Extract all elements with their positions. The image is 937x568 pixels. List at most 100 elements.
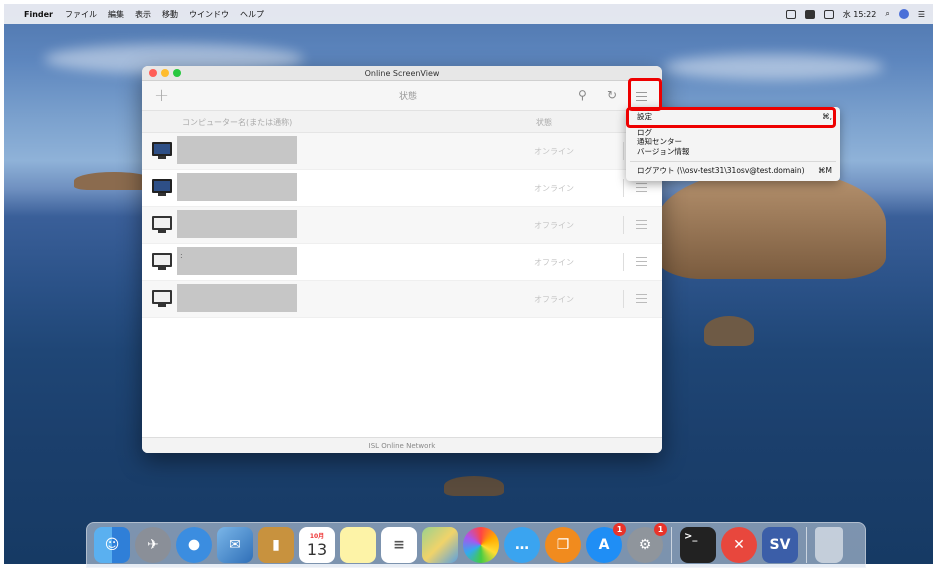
search-icon[interactable]: ⚲ bbox=[578, 88, 587, 102]
calendar-icon[interactable]: 10月 13 bbox=[299, 527, 335, 563]
menu-view[interactable]: 表示 bbox=[135, 9, 151, 20]
dock: ☺ ✈ ✉ ▮ 10月 13 ≡ … ❐ A 1 ⚙ 1 >_ ✕ SV bbox=[86, 522, 866, 568]
reminders-icon[interactable]: ≡ bbox=[381, 527, 417, 563]
app-store-icon[interactable]: A 1 bbox=[586, 523, 626, 563]
dock-separator bbox=[806, 527, 807, 563]
computer-list: オンライン オンライン オフライン : オフライン オフライン bbox=[142, 133, 662, 318]
close-window-button[interactable] bbox=[149, 69, 157, 77]
menu-item-logout-label: ログアウト (\\osv-test31\31osv@test.domain) bbox=[637, 166, 805, 175]
remote-desktop-icon[interactable]: ✕ bbox=[721, 527, 757, 563]
messages-icon[interactable]: … bbox=[504, 527, 540, 563]
online-screenview-icon[interactable]: SV bbox=[762, 527, 798, 563]
add-computer-button[interactable]: + bbox=[154, 85, 169, 106]
clock[interactable]: 水 15:22 bbox=[843, 9, 877, 20]
title-bar: Online ScreenView bbox=[142, 66, 662, 81]
menu-item-notification-center[interactable]: 通知センター bbox=[637, 137, 832, 147]
logout-shortcut: ⌘M bbox=[818, 166, 832, 175]
computer-row[interactable]: オンライン bbox=[142, 133, 662, 170]
computer-status: オフライン bbox=[534, 295, 574, 304]
computer-name bbox=[177, 173, 297, 201]
computer-name bbox=[177, 284, 297, 312]
computer-row[interactable]: オフライン bbox=[142, 281, 662, 318]
calendar-month: 10月 bbox=[309, 533, 325, 540]
dock-separator bbox=[671, 527, 672, 563]
rock bbox=[444, 476, 504, 496]
safari-icon[interactable] bbox=[176, 527, 212, 563]
divider bbox=[623, 253, 624, 271]
terminal-icon[interactable]: >_ bbox=[680, 527, 716, 563]
system-preferences-icon[interactable]: ⚙ 1 bbox=[627, 523, 667, 563]
mail-icon[interactable]: ✉ bbox=[217, 527, 253, 563]
row-menu-icon[interactable] bbox=[636, 257, 647, 266]
notification-badge: 1 bbox=[654, 523, 667, 536]
menu-go[interactable]: 移動 bbox=[162, 9, 178, 20]
divider bbox=[623, 142, 624, 160]
online-screenview-window: Online ScreenView + 状態 ⚲ ↻ コンピューター名(または通… bbox=[142, 66, 662, 453]
highlight-box bbox=[626, 107, 836, 128]
computer-row[interactable]: : オフライン bbox=[142, 244, 662, 281]
row-menu-icon[interactable] bbox=[636, 183, 647, 192]
monitor-icon bbox=[152, 142, 172, 161]
status-filter[interactable]: 状態 bbox=[382, 89, 434, 102]
menu-item-notification-label: 通知センター bbox=[637, 137, 682, 146]
spotlight-icon[interactable]: ⌕ bbox=[885, 9, 889, 19]
column-header: コンピューター名(または通称) 状態 bbox=[142, 111, 662, 133]
menu-file[interactable]: ファイル bbox=[65, 9, 97, 20]
computer-status: オンライン bbox=[534, 147, 574, 156]
monitor-icon bbox=[152, 290, 172, 309]
menu-bar: Finder ファイル 編集 表示 移動 ウインドウ ヘルプ 水 15:22 ⌕… bbox=[4, 4, 933, 24]
menu-edit[interactable]: 編集 bbox=[108, 9, 124, 20]
computer-row[interactable]: オフライン bbox=[142, 207, 662, 244]
notification-center-icon[interactable]: ☰ bbox=[918, 10, 925, 19]
monitor-icon bbox=[152, 179, 172, 198]
trash-icon[interactable] bbox=[815, 527, 843, 563]
row-menu-icon[interactable] bbox=[636, 294, 647, 303]
divider bbox=[623, 290, 624, 308]
divider bbox=[623, 179, 624, 197]
column-status[interactable]: 状態 bbox=[536, 117, 552, 128]
rock bbox=[704, 316, 754, 346]
computer-status: オフライン bbox=[534, 258, 574, 267]
island bbox=[656, 169, 886, 279]
photos-icon[interactable] bbox=[463, 527, 499, 563]
menu-separator bbox=[630, 161, 836, 162]
maps-icon[interactable] bbox=[422, 527, 458, 563]
divider bbox=[623, 216, 624, 234]
computer-status: オフライン bbox=[534, 221, 574, 230]
calendar-day: 13 bbox=[306, 540, 328, 559]
cloud bbox=[664, 54, 884, 80]
menu-window[interactable]: ウインドウ bbox=[189, 9, 229, 20]
notification-badge: 1 bbox=[613, 523, 626, 536]
menu-item-version-label: バージョン情報 bbox=[637, 147, 690, 156]
minimize-window-button[interactable] bbox=[161, 69, 169, 77]
input-source-icon[interactable] bbox=[785, 9, 796, 19]
network-footer: ISL Online Network bbox=[142, 437, 662, 453]
computer-name bbox=[177, 136, 297, 164]
contacts-icon[interactable]: ▮ bbox=[258, 527, 294, 563]
menu-item-logout[interactable]: ログアウト (\\osv-test31\31osv@test.domain) ⌘… bbox=[637, 166, 832, 176]
siri-icon[interactable] bbox=[898, 9, 909, 19]
monitor-icon bbox=[152, 253, 172, 272]
computer-name bbox=[177, 210, 297, 238]
screen-share-icon[interactable] bbox=[823, 9, 834, 19]
monitor-icon bbox=[152, 216, 172, 235]
notes-icon[interactable] bbox=[340, 527, 376, 563]
menu-help[interactable]: ヘルプ bbox=[240, 9, 264, 20]
refresh-icon[interactable]: ↻ bbox=[607, 88, 617, 102]
menu-extras: 水 15:22 ⌕ ☰ bbox=[785, 9, 925, 20]
menu-item-log-label: ログ bbox=[637, 128, 652, 137]
books-icon[interactable]: ❐ bbox=[545, 527, 581, 563]
zoom-window-button[interactable] bbox=[173, 69, 181, 77]
computer-status: オンライン bbox=[534, 184, 574, 193]
column-computer-name[interactable]: コンピューター名(または通称) bbox=[182, 117, 292, 128]
row-menu-icon[interactable] bbox=[636, 220, 647, 229]
computer-name: : bbox=[177, 247, 297, 275]
app-menu-finder[interactable]: Finder bbox=[24, 10, 53, 19]
finder-icon[interactable]: ☺ bbox=[94, 527, 130, 563]
toolbar: + 状態 ⚲ ↻ bbox=[142, 81, 662, 111]
computer-row[interactable]: オンライン bbox=[142, 170, 662, 207]
menu-item-version-info[interactable]: バージョン情報 bbox=[637, 147, 832, 157]
keyboard-icon[interactable] bbox=[804, 9, 815, 19]
launchpad-icon[interactable]: ✈ bbox=[135, 527, 171, 563]
window-title: Online ScreenView bbox=[364, 69, 440, 78]
